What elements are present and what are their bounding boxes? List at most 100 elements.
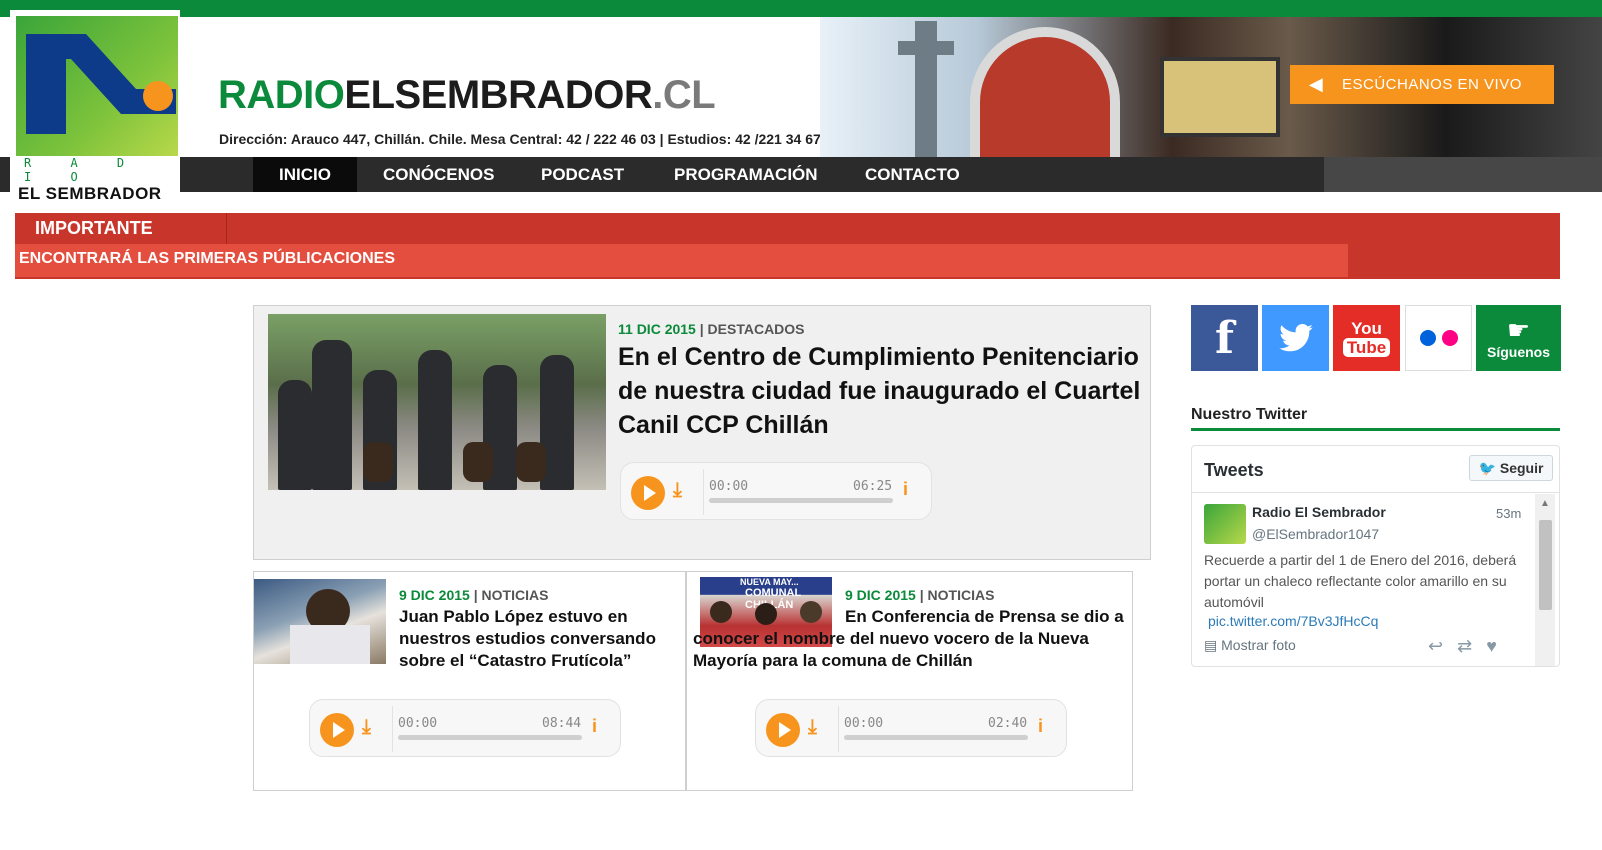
nav-item-conocenos[interactable]: CONÓCENOS xyxy=(357,157,520,192)
featured-article: 11 DIC 2015 | DESTACADOS En el Centro de… xyxy=(253,305,1151,560)
article-title[interactable]: En Conferencia de Prensa se dio a conoce… xyxy=(693,606,1133,672)
info-icon[interactable]: i xyxy=(1038,716,1043,737)
site-title[interactable]: RADIOELSEMBRADOR.CL xyxy=(218,73,716,118)
logo-hand-icon xyxy=(26,34,176,134)
audio-player: ⤓ 00:00 08:44 i xyxy=(309,699,621,757)
reply-icon[interactable]: ↩ xyxy=(1428,636,1457,656)
address-text: Dirección: Arauco 447, Chillán. Chile. M… xyxy=(219,131,821,147)
current-time: 00:00 xyxy=(709,479,749,494)
site-title-domain: .CL xyxy=(652,73,716,117)
nav-item-contacto[interactable]: CONTACTO xyxy=(839,157,986,192)
twitter-bird-icon: 🐦 xyxy=(1478,460,1496,476)
featured-article-meta: 11 DIC 2015 | DESTACADOS xyxy=(618,321,805,337)
like-icon[interactable]: ♥ xyxy=(1486,636,1511,656)
tweet-actions: ↩⇄♥ xyxy=(1428,636,1511,657)
follow-label: Seguir xyxy=(1499,460,1544,476)
featured-article-title[interactable]: En el Centro de Cumplimiento Penitenciar… xyxy=(618,340,1144,442)
site-logo[interactable]: R A D I O EL SEMBRADOR xyxy=(10,10,180,203)
facebook-icon[interactable]: f xyxy=(1191,305,1258,371)
photo-figure xyxy=(312,340,352,490)
twitter-widget: Tweets 🐦 Seguir Radio El Sembrador @ElSe… xyxy=(1191,445,1560,667)
play-icon[interactable] xyxy=(631,476,665,510)
meta-separator: | xyxy=(695,321,708,337)
tweet-text: Recuerde a partir del 1 de Enero del 201… xyxy=(1204,552,1517,610)
play-icon[interactable] xyxy=(320,713,354,747)
announcement-label: IMPORTANTE xyxy=(15,213,227,244)
church-shape xyxy=(970,27,1120,157)
article-category[interactable]: NOTICIAS xyxy=(928,587,995,603)
article-category[interactable]: NOTICIAS xyxy=(482,587,549,603)
article-date: 9 DIC 2015 xyxy=(845,587,916,603)
retweet-icon[interactable]: ⇄ xyxy=(1457,636,1486,656)
current-time: 00:00 xyxy=(844,716,884,731)
top-green-bar xyxy=(0,0,1602,17)
photo-banner-text: NUEVA MAY... xyxy=(740,577,799,587)
tweet-author[interactable]: Radio El Sembrador xyxy=(1252,504,1386,520)
photo-shirt xyxy=(290,625,370,664)
photo-figure xyxy=(278,380,312,490)
listen-live-label: ESCÚCHANOS EN VIVO xyxy=(1342,76,1522,93)
total-time: 06:25 xyxy=(853,479,893,494)
audio-player: ⤓ 00:00 02:40 i xyxy=(755,699,1067,757)
tweet-time[interactable]: 53m xyxy=(1496,506,1521,521)
article-date: 11 DIC 2015 xyxy=(618,321,696,337)
twitter-heading-underline xyxy=(1191,428,1560,431)
progress-bar[interactable] xyxy=(844,735,1028,740)
youtube-icon[interactable]: You Tube xyxy=(1333,305,1400,371)
total-time: 02:40 xyxy=(988,716,1028,731)
twitter-widget-title[interactable]: Tweets xyxy=(1204,460,1264,481)
siguenos-icon[interactable]: ☛ Síguenos xyxy=(1476,305,1561,371)
play-icon[interactable] xyxy=(766,713,800,747)
featured-article-photo[interactable] xyxy=(268,314,606,490)
pointing-hand-icon: ☛ xyxy=(1506,315,1531,345)
total-time: 08:44 xyxy=(542,716,582,731)
youtube-label-tube: Tube xyxy=(1342,338,1391,357)
article-category[interactable]: DESTACADOS xyxy=(708,321,805,337)
logo-radio-text: R A D I O xyxy=(24,156,141,184)
youtube-label-you: You xyxy=(1351,319,1382,338)
progress-bar[interactable] xyxy=(398,735,582,740)
cross-bar-shape xyxy=(898,41,954,55)
flickr-icon[interactable] xyxy=(1405,305,1472,371)
studio-equipment-shape xyxy=(1160,57,1280,137)
tweet-link[interactable]: pic.twitter.com/7Bv3JfHcCq xyxy=(1208,613,1378,629)
show-photo-label: Mostrar foto xyxy=(1221,637,1296,653)
info-icon[interactable]: i xyxy=(592,716,597,737)
flickr-pink-dot xyxy=(1441,330,1458,346)
twitter-follow-button[interactable]: 🐦 Seguir xyxy=(1469,455,1553,481)
site-title-radio: RADIO xyxy=(218,73,345,117)
photo-dog xyxy=(463,442,493,482)
info-icon[interactable]: i xyxy=(903,479,908,500)
nav-end-panel xyxy=(1324,157,1602,192)
listen-live-button[interactable]: ◀ ESCÚCHANOS EN VIVO xyxy=(1290,65,1554,104)
scrollbar-thumb[interactable] xyxy=(1539,520,1552,610)
announcement-message[interactable]: ENCONTRARÁ LAS PRIMERAS PÚBLICACIONES xyxy=(15,244,1348,277)
logo-graphic xyxy=(16,16,178,156)
article-meta: 9 DIC 2015 | NOTICIAS xyxy=(845,587,994,603)
main-nav: INICIO CONÓCENOS PODCAST PROGRAMACIÓN CO… xyxy=(0,157,1602,192)
tweet-show-photo[interactable]: ▤ Mostrar foto xyxy=(1204,637,1296,654)
scroll-up-icon[interactable]: ▲ xyxy=(1540,498,1550,509)
photo-icon: ▤ xyxy=(1204,637,1218,653)
nav-item-podcast[interactable]: PODCAST xyxy=(515,157,650,192)
twitter-scrollbar[interactable]: ▲ xyxy=(1535,494,1555,666)
announcement-bar: IMPORTANTE ENCONTRARÁ LAS PRIMERAS PÚBLI… xyxy=(15,213,1560,279)
tweet-avatar[interactable] xyxy=(1204,504,1246,544)
meta-separator: | xyxy=(915,587,928,603)
article-title[interactable]: Juan Pablo López estuvo en nuestros estu… xyxy=(399,606,679,672)
player-divider xyxy=(392,706,393,752)
article-meta: 9 DIC 2015 | NOTICIAS xyxy=(399,587,548,603)
twitter-icon[interactable] xyxy=(1262,305,1329,371)
nav-item-programacion[interactable]: PROGRAMACIÓN xyxy=(648,157,844,192)
download-icon[interactable]: ⤓ xyxy=(362,716,371,739)
logo-name-text: EL SEMBRADOR xyxy=(18,184,162,203)
player-divider xyxy=(838,706,839,752)
download-icon[interactable]: ⤓ xyxy=(808,716,817,739)
article-photo[interactable] xyxy=(254,579,386,664)
current-time: 00:00 xyxy=(398,716,438,731)
progress-bar[interactable] xyxy=(709,498,893,503)
speaker-icon: ◀ xyxy=(1308,74,1324,94)
nav-item-inicio[interactable]: INICIO xyxy=(253,157,357,192)
download-icon[interactable]: ⤓ xyxy=(673,479,682,502)
tweet-handle[interactable]: @ElSembrador1047 xyxy=(1252,526,1379,542)
